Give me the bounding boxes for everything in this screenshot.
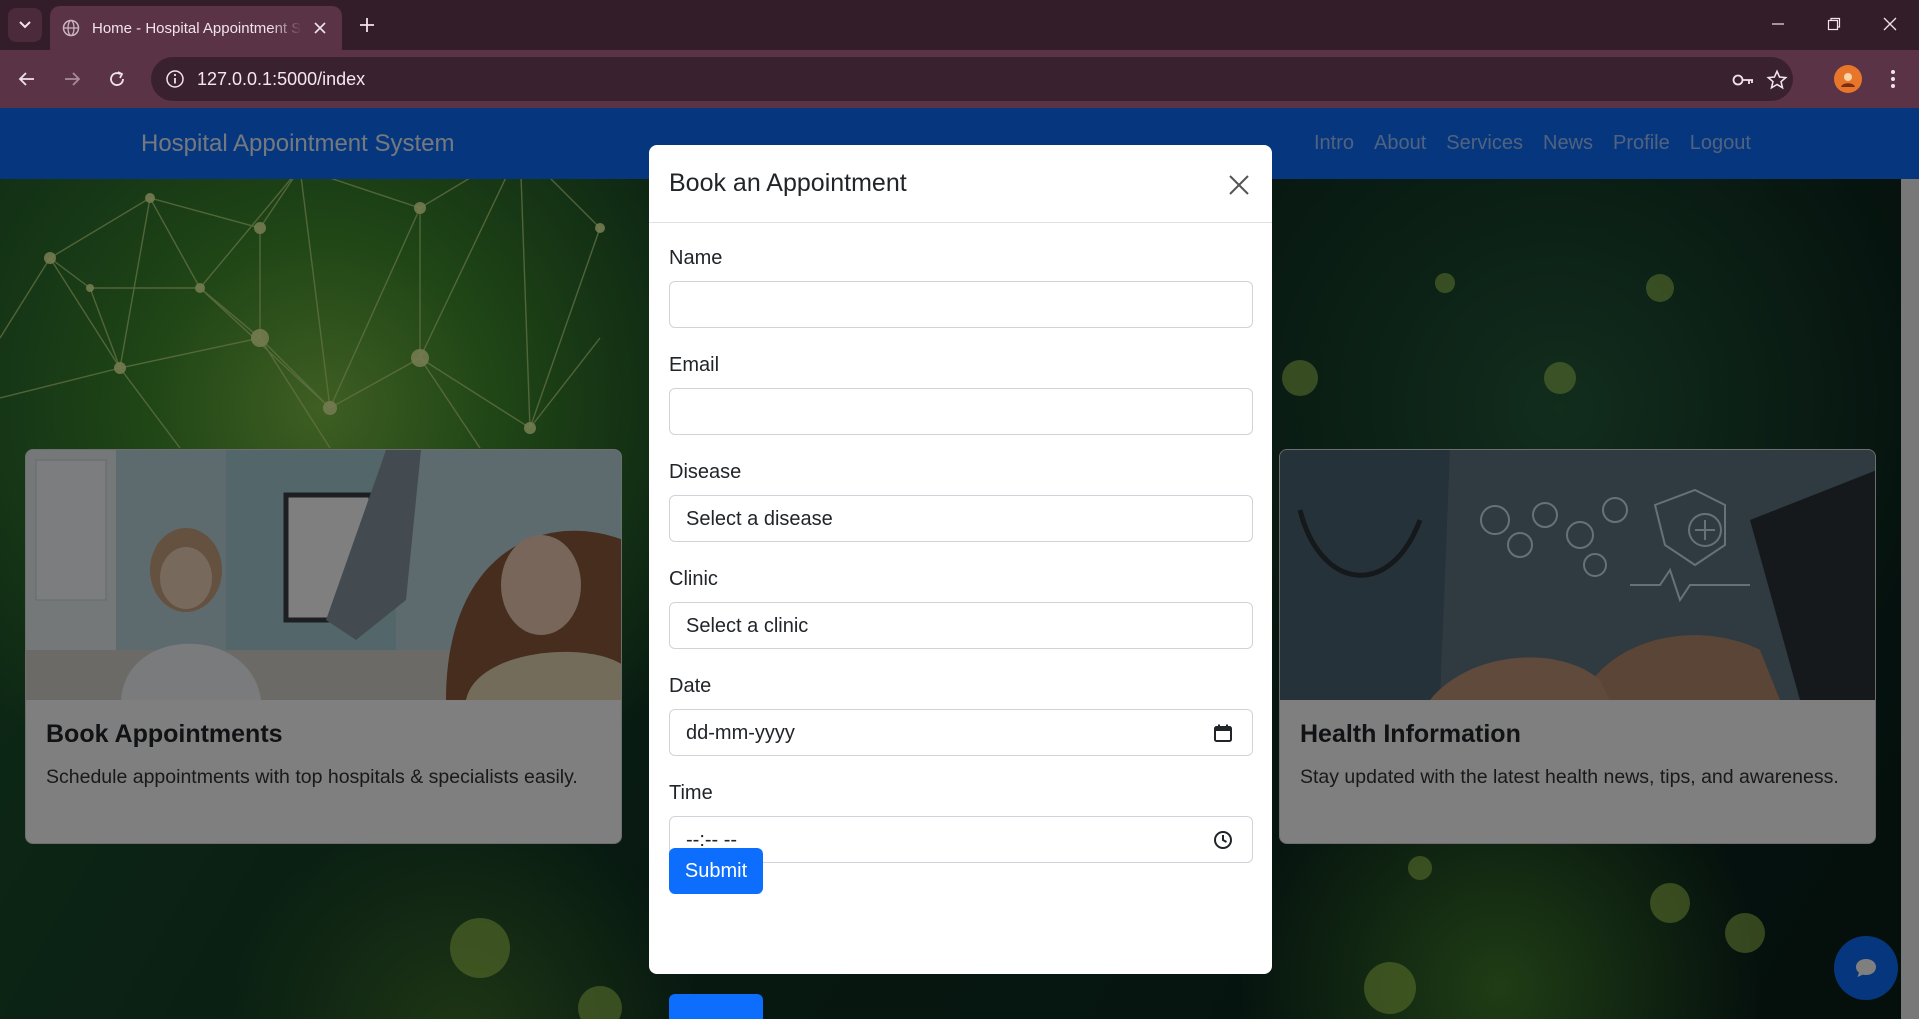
date-placeholder: dd-mm-yyyy xyxy=(686,722,795,744)
disease-select-value: Select a disease xyxy=(686,508,833,530)
date-label: Date xyxy=(669,675,712,697)
chevron-down-icon xyxy=(19,21,31,29)
avatar-icon xyxy=(1841,73,1855,87)
site-info-icon[interactable] xyxy=(163,67,187,91)
forward-button[interactable] xyxy=(55,62,89,96)
arrow-right-icon xyxy=(65,72,81,86)
clock-icon[interactable] xyxy=(1212,829,1234,851)
profile-avatar[interactable] xyxy=(1834,65,1862,93)
close-icon xyxy=(1883,17,1897,31)
minimize-button[interactable] xyxy=(1750,0,1806,48)
restore-button[interactable] xyxy=(1806,0,1862,48)
tab-search-button[interactable] xyxy=(8,8,42,42)
more-vertical-icon xyxy=(1891,70,1895,88)
clinic-select[interactable]: Select a clinic xyxy=(669,602,1253,649)
modal-header: Book an Appointment xyxy=(649,145,1272,223)
restore-icon xyxy=(1827,17,1841,31)
browser-tab-active[interactable]: Home - Hospital Appointment System xyxy=(50,6,342,50)
globe-icon xyxy=(62,19,80,37)
email-input[interactable] xyxy=(669,388,1253,435)
submit-button[interactable]: Submit xyxy=(669,848,763,894)
email-label: Email xyxy=(669,354,720,376)
clinic-select-value: Select a clinic xyxy=(686,615,809,637)
browser-menu-button[interactable] xyxy=(1878,64,1908,94)
appointment-modal: Book an Appointment Name Email Disease S… xyxy=(649,145,1272,1019)
time-label: Time xyxy=(669,782,713,804)
modal-title: Book an Appointment xyxy=(669,169,907,197)
browser-toolbar: 127.0.0.1:5000/index xyxy=(0,50,1919,108)
password-key-icon[interactable] xyxy=(1730,67,1756,93)
disease-label: Disease xyxy=(669,461,742,483)
modal-close-button[interactable] xyxy=(1223,169,1255,201)
new-tab-button[interactable] xyxy=(352,10,382,40)
tab-title: Home - Hospital Appointment System xyxy=(92,19,302,37)
disease-select[interactable]: Select a disease xyxy=(669,495,1253,542)
name-label: Name xyxy=(669,247,723,269)
page-viewport: Hospital Appointment System Intro About … xyxy=(0,108,1919,1019)
address-bar[interactable]: 127.0.0.1:5000/index xyxy=(151,57,1793,101)
close-tab-icon[interactable] xyxy=(310,18,330,38)
reload-icon xyxy=(110,71,124,86)
close-icon xyxy=(1229,175,1249,195)
close-window-button[interactable] xyxy=(1862,0,1918,48)
date-input[interactable]: dd-mm-yyyy xyxy=(669,709,1253,756)
url-text: 127.0.0.1:5000/index xyxy=(197,69,366,89)
plus-icon xyxy=(360,18,374,32)
browser-tab-bar: Home - Hospital Appointment System xyxy=(0,0,1919,50)
minimize-icon xyxy=(1772,23,1784,25)
back-button[interactable] xyxy=(10,62,44,96)
bookmark-star-icon[interactable] xyxy=(1764,67,1790,93)
calendar-icon[interactable] xyxy=(1212,722,1234,744)
reload-button[interactable] xyxy=(100,62,134,96)
name-input[interactable] xyxy=(669,281,1253,328)
arrow-left-icon xyxy=(18,72,34,86)
clinic-label: Clinic xyxy=(669,568,718,590)
